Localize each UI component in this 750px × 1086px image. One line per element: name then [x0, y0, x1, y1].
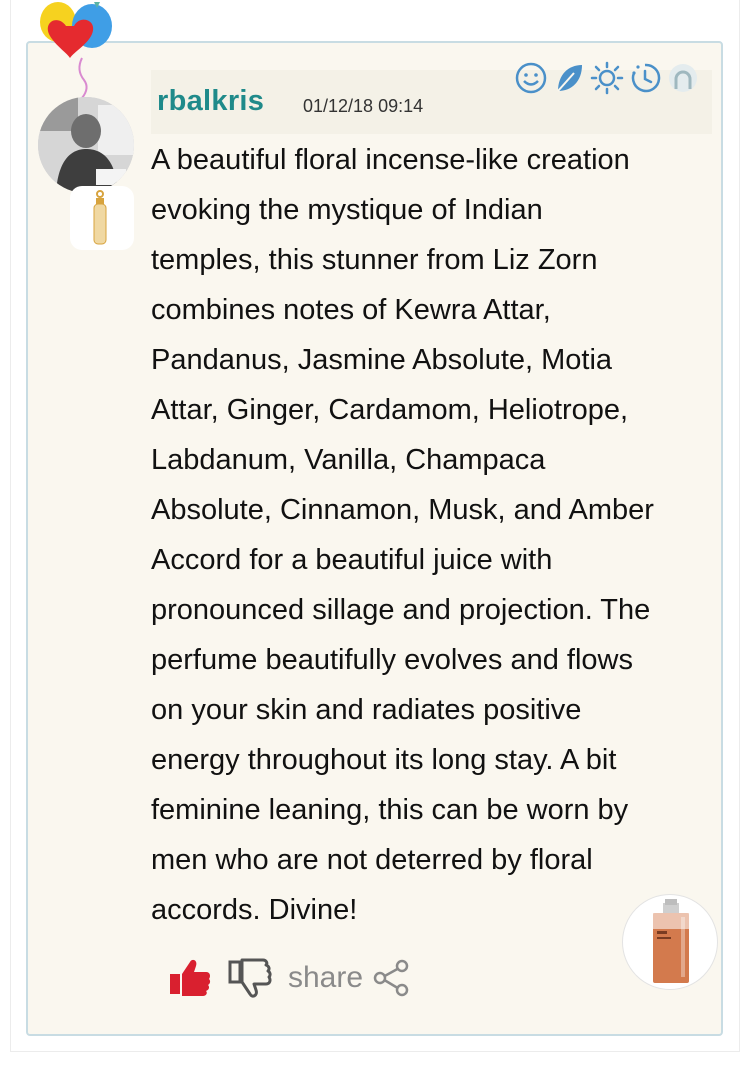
- avatar[interactable]: [38, 97, 134, 193]
- review-timestamp: 01/12/18 09:14: [303, 96, 424, 116]
- review-actions: share: [168, 950, 411, 1006]
- review-text: A beautiful floral incense-like creation…: [151, 144, 654, 926]
- thumbs-up-icon[interactable]: [168, 956, 212, 1000]
- username[interactable]: rbalkris: [157, 85, 264, 118]
- perfume-bottle-icon: [653, 899, 689, 983]
- balloons-icon: [40, 2, 112, 99]
- avatar-photo: [38, 97, 134, 193]
- share-icon[interactable]: [371, 958, 411, 998]
- sun-icon[interactable]: [590, 61, 624, 95]
- thumbs-down-icon[interactable]: [228, 956, 272, 1000]
- page: rbalkris 01/12/18 09:14 A beautiful flor…: [0, 0, 750, 1086]
- rating-icons: [514, 60, 700, 96]
- bottle-icon: [93, 190, 107, 245]
- share-button[interactable]: share: [288, 961, 363, 995]
- person-icon[interactable]: [666, 61, 700, 95]
- perfume-bottle-image[interactable]: [622, 894, 718, 990]
- clock-icon[interactable]: [628, 61, 662, 95]
- leaf-icon[interactable]: [552, 61, 586, 95]
- smiley-icon[interactable]: [514, 61, 548, 95]
- perfume-bottle-thumbnail[interactable]: [70, 186, 134, 250]
